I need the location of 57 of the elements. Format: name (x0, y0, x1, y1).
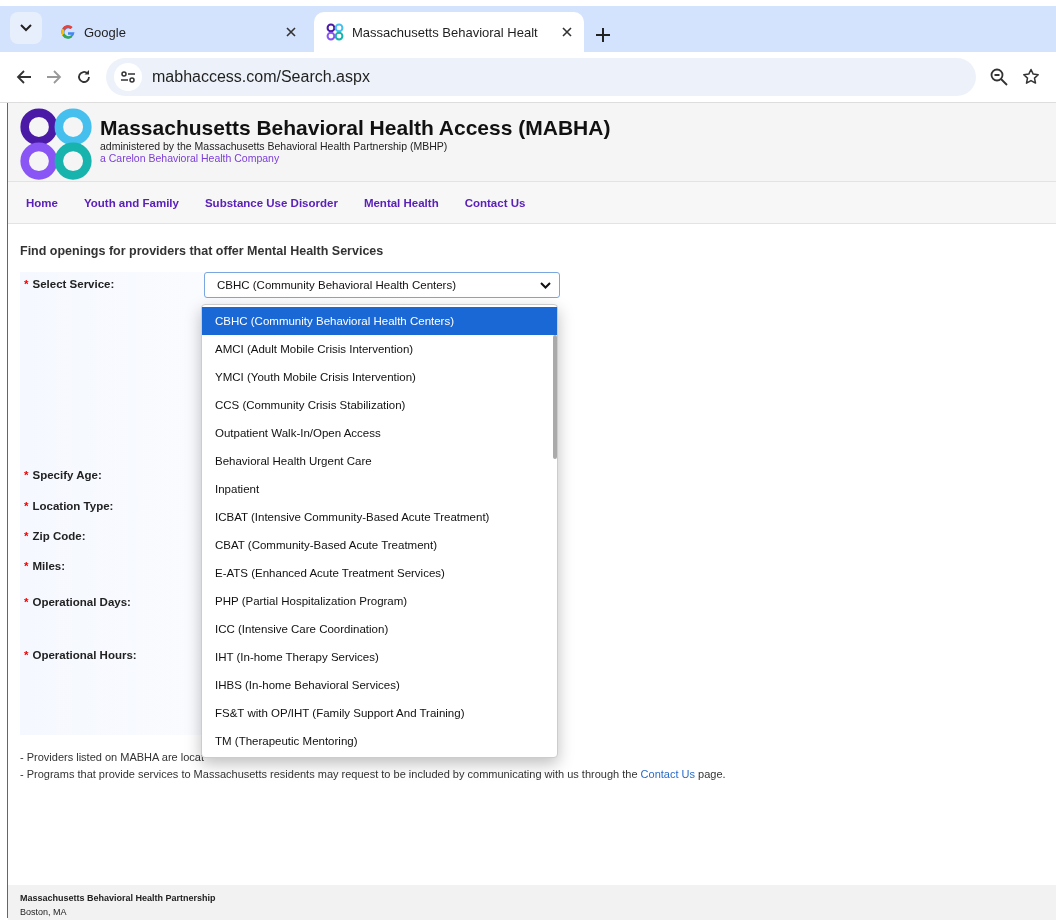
field-label: * Miles: (23, 560, 67, 572)
nav-link[interactable]: Mental Health (363, 196, 439, 209)
dropdown-option[interactable]: Outpatient Walk-In/Open Access (202, 419, 557, 447)
site-subtitle: administered by the Massachusetts Behavioral Health Partnership (MBHP) (100, 140, 449, 152)
reload-icon[interactable] (76, 69, 92, 85)
address-bar[interactable]: mabhaccess.com/Search.aspx (106, 58, 976, 96)
logo-icon (18, 106, 94, 182)
dropdown-option[interactable]: CBAT (Community-Based Acute Treatment) (202, 531, 557, 559)
dropdown-option[interactable]: PHP (Partial Hospitalization Program) (202, 587, 557, 615)
nav-link[interactable]: Substance Use Disorder (204, 196, 338, 209)
tab-list-button[interactable] (10, 12, 42, 44)
scrollbar-thumb[interactable] (553, 335, 557, 459)
zoom-out-icon[interactable] (990, 68, 1008, 86)
close-icon[interactable] (286, 27, 296, 37)
contact-us-link[interactable]: Contact Us (640, 768, 695, 780)
dropdown-option[interactable]: CCS (Community Crisis Stabilization) (202, 391, 557, 419)
url-text: mabhaccess.com/Search.aspx (152, 68, 370, 86)
nav-link[interactable]: Contact Us (464, 196, 526, 209)
dropdown-option[interactable]: AMCI (Adult Mobile Crisis Intervention) (202, 335, 557, 363)
dropdown-option[interactable]: Inpatient (202, 475, 557, 503)
service-select[interactable]: CBHC (Community Behavioral Health Centers) (204, 272, 560, 298)
dropdown-option[interactable]: YMCI (Youth Mobile Crisis Intervention) (202, 363, 557, 391)
back-icon[interactable] (16, 69, 32, 85)
site-settings-icon[interactable] (120, 70, 136, 84)
new-tab-icon[interactable] (596, 28, 610, 42)
bookmark-star-icon[interactable] (1022, 68, 1040, 86)
chevron-down-icon (540, 281, 551, 289)
dropdown-option[interactable]: TM (Therapeutic Mentoring) (202, 727, 557, 755)
forward-icon[interactable] (46, 69, 62, 85)
field-label: * Zip Code: (23, 530, 87, 542)
browser-tab[interactable]: Massachusetts Behavioral Healt (314, 12, 584, 52)
company-tagline: a Carelon Behavioral Health Company (100, 152, 281, 164)
field-label: * Location Type: (23, 500, 115, 512)
dropdown-option[interactable]: IHT (In-home Therapy Services) (202, 643, 557, 671)
field-label: * Specify Age: (23, 469, 103, 481)
nav-link[interactable]: Home (26, 196, 58, 209)
dropdown-option[interactable]: Behavioral Health Urgent Care (202, 447, 557, 475)
field-label: * Operational Hours: (23, 649, 138, 661)
footer-city: Boston, MA (20, 906, 68, 919)
site-title: Massachusetts Behavioral Health Access (MABHA) (100, 116, 611, 140)
field-label: * Operational Days: (23, 596, 132, 608)
dropdown-option[interactable]: ICBAT (Intensive Community-Based Acute Treatment) (202, 503, 557, 531)
close-icon[interactable] (562, 27, 572, 37)
browser-tab[interactable]: Google (48, 12, 308, 52)
dropdown-option[interactable]: IHBS (In-home Behavioral Services) (202, 671, 557, 699)
dropdown-option[interactable]: ICC (Intensive Care Coordination) (202, 615, 557, 643)
logo-icon (326, 23, 344, 41)
section-heading: Find openings for providers that offer Mental Health Services (20, 244, 385, 258)
dropdown-option[interactable]: CBHC (Community Behavioral Health Centers) (202, 307, 557, 335)
chevron-down-icon (20, 24, 32, 32)
note-text: - Programs that provide services to Massachusetts residents may request to be included by communicating with us through the Contact Us page. (20, 767, 727, 782)
field-label: * Select Service: (23, 278, 116, 290)
google-g-icon (60, 24, 76, 40)
footer-org-name: Massachusetts Behavioral Health Partnership (20, 892, 217, 905)
dropdown-option[interactable]: E-ATS (Enhanced Acute Treatment Services) (202, 559, 557, 587)
dropdown-option[interactable]: FS&T with OP/IHT (Family Support And Training) (202, 699, 557, 727)
nav-link[interactable]: Youth and Family (83, 196, 179, 209)
